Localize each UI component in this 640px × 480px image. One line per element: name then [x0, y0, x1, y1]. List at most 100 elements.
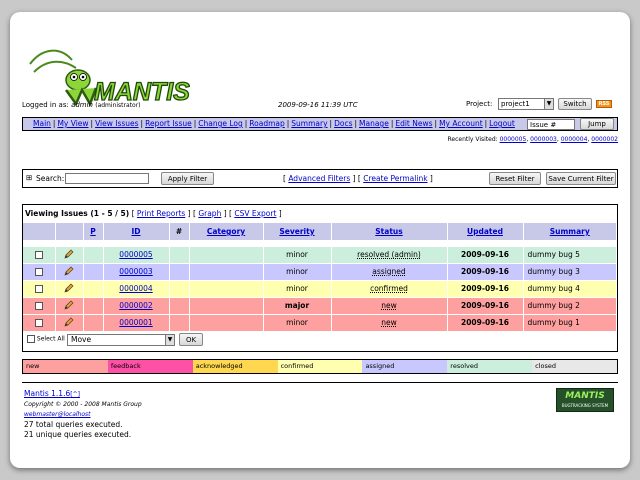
jump-button[interactable]: Jump — [580, 118, 614, 130]
column-header-severity[interactable]: Severity — [263, 223, 332, 240]
row-checkbox[interactable] — [34, 268, 43, 276]
status-cell: assigned — [331, 263, 448, 281]
edit-cell — [55, 297, 84, 315]
menu-item-report-issue[interactable]: Report Issue — [145, 119, 192, 128]
notes-cell — [169, 314, 190, 332]
bulk-action-select[interactable]: Move ▼ — [67, 334, 175, 346]
table-row: 0000004 minor confirmed 2009-09-16 dummy bug… — [23, 280, 617, 298]
browser-page: MANTIS Logged in as: admin (administrato… — [10, 12, 630, 468]
issues-header: Viewing Issues (1 - 5 / 5) [ Print Repor… — [25, 209, 282, 218]
reset-filter-button[interactable]: Reset Filter — [489, 172, 541, 185]
issue-id-link[interactable]: 0000004 — [103, 280, 170, 298]
menu-item-main[interactable]: Main — [33, 119, 51, 128]
menu-item-logout[interactable]: Logout — [489, 119, 515, 128]
issue-id-link[interactable]: 0000001 — [103, 314, 170, 332]
footer: Mantis 1.1.6[^] Copyright © 2000 - 2008 … — [24, 389, 142, 440]
column-header-id[interactable]: ID — [103, 223, 170, 240]
recent-issue-link[interactable]: 0000004 — [561, 136, 588, 143]
pencil-icon[interactable] — [64, 266, 74, 276]
footer-divider — [22, 382, 618, 383]
search-input[interactable] — [65, 173, 149, 184]
column-header-category[interactable]: Category — [189, 223, 264, 240]
recently-visited-label: Recently Visited: — [447, 136, 498, 143]
edit-cell — [55, 280, 84, 298]
issue-id-link[interactable]: 0000003 — [103, 263, 170, 281]
advanced-filters-link[interactable]: Advanced Filters — [288, 174, 350, 183]
menu-item-my-account[interactable]: My Account — [439, 119, 483, 128]
row-checkbox[interactable] — [34, 319, 43, 327]
severity-cell: minor — [263, 246, 332, 264]
recent-issue-link[interactable]: 0000002 — [591, 136, 618, 143]
user-role: (administrator) — [95, 102, 141, 109]
project-select[interactable]: project1 ▼ — [498, 98, 554, 110]
priority-cell — [83, 246, 104, 264]
column-header-status[interactable]: Status — [331, 223, 448, 240]
legend-label: feedback — [110, 362, 141, 370]
version-link[interactable]: Mantis 1.1.6 — [24, 389, 70, 398]
legend-item: closed — [532, 360, 618, 373]
pencil-icon[interactable] — [64, 249, 74, 259]
menu-item-my-view[interactable]: My View — [57, 119, 88, 128]
version-external-link[interactable]: [^] — [70, 391, 80, 398]
row-checkbox[interactable] — [34, 302, 43, 310]
notes-cell — [169, 280, 190, 298]
recent-issue-link[interactable]: 0000005 — [500, 136, 527, 143]
pencil-icon[interactable] — [64, 317, 74, 327]
issues-title: Viewing Issues (1 - 5 / 5) — [25, 209, 130, 218]
legend-item: acknowledged — [192, 360, 278, 373]
menu-item-roadmap[interactable]: Roadmap — [249, 119, 284, 128]
menu-item-docs[interactable]: Docs — [334, 119, 352, 128]
expand-filter-icon[interactable]: ⊞ — [26, 173, 32, 182]
legend-label: acknowledged — [195, 362, 243, 370]
csv-export-link[interactable]: CSV Export — [234, 209, 276, 218]
total-queries: 27 total queries executed. — [24, 420, 123, 429]
category-cell — [189, 280, 264, 298]
menu-item-edit-news[interactable]: Edit News — [395, 119, 432, 128]
menu-item-change-log[interactable]: Change Log — [198, 119, 243, 128]
legend-item: assigned — [362, 360, 448, 373]
create-permalink-link[interactable]: Create Permalink — [363, 174, 427, 183]
table-row: 0000003 minor assigned 2009-09-16 dummy bug … — [23, 263, 617, 281]
issue-id-link[interactable]: 0000005 — [103, 246, 170, 264]
priority-cell — [83, 263, 104, 281]
legend-label: new — [26, 362, 40, 370]
chevron-down-icon: ▼ — [165, 335, 174, 345]
notes-cell — [169, 263, 190, 281]
graph-link[interactable]: Graph — [198, 209, 221, 218]
save-current-filter-button[interactable]: Save Current Filter — [546, 172, 616, 185]
notes-cell — [169, 246, 190, 264]
rss-icon-label: RSS — [598, 101, 610, 107]
menu-item-view-issues[interactable]: View Issues — [95, 119, 138, 128]
webmaster-email-link[interactable]: webmaster@localhost — [24, 410, 142, 420]
checkbox-cell — [23, 263, 56, 281]
status-cell: confirmed — [331, 280, 448, 298]
print-reports-link[interactable]: Print Reports — [137, 209, 185, 218]
row-checkbox[interactable] — [34, 285, 43, 293]
switch-project-button[interactable]: Switch — [558, 98, 592, 110]
ok-button[interactable]: OK — [179, 333, 203, 346]
column-header-summary[interactable]: Summary — [523, 223, 617, 240]
mantis-badge-logo[interactable]: MANTIS BUGTRACKING SYSTEM — [556, 388, 614, 412]
column-header-updated[interactable]: Updated — [447, 223, 524, 240]
recent-issue-link[interactable]: 0000003 — [530, 136, 557, 143]
column-header-priority[interactable]: P — [83, 223, 104, 240]
menu-item-summary[interactable]: Summary — [291, 119, 327, 128]
select-all-checkbox[interactable] — [27, 335, 35, 343]
unique-queries: 21 unique queries executed. — [24, 430, 132, 439]
issue-number-input[interactable] — [527, 119, 575, 130]
menu-item-manage[interactable]: Manage — [359, 119, 389, 128]
summary-cell: dummy bug 1 — [523, 314, 617, 332]
rss-icon[interactable]: RSS — [596, 100, 612, 108]
pencil-icon[interactable] — [64, 300, 74, 310]
status-cell: new — [331, 297, 448, 315]
checkbox-cell — [23, 297, 56, 315]
issue-id-link[interactable]: 0000002 — [103, 297, 170, 315]
checkbox-cell — [23, 246, 56, 264]
table-row: 0000002 major new 2009-09-16 dummy bug 2 — [23, 297, 617, 315]
legend-item: new — [23, 360, 108, 373]
select-all[interactable]: Select All — [27, 335, 65, 343]
summary-cell: dummy bug 2 — [523, 297, 617, 315]
pencil-icon[interactable] — [64, 283, 74, 293]
apply-filter-button[interactable]: Apply Filter — [161, 172, 214, 185]
row-checkbox[interactable] — [34, 251, 43, 259]
